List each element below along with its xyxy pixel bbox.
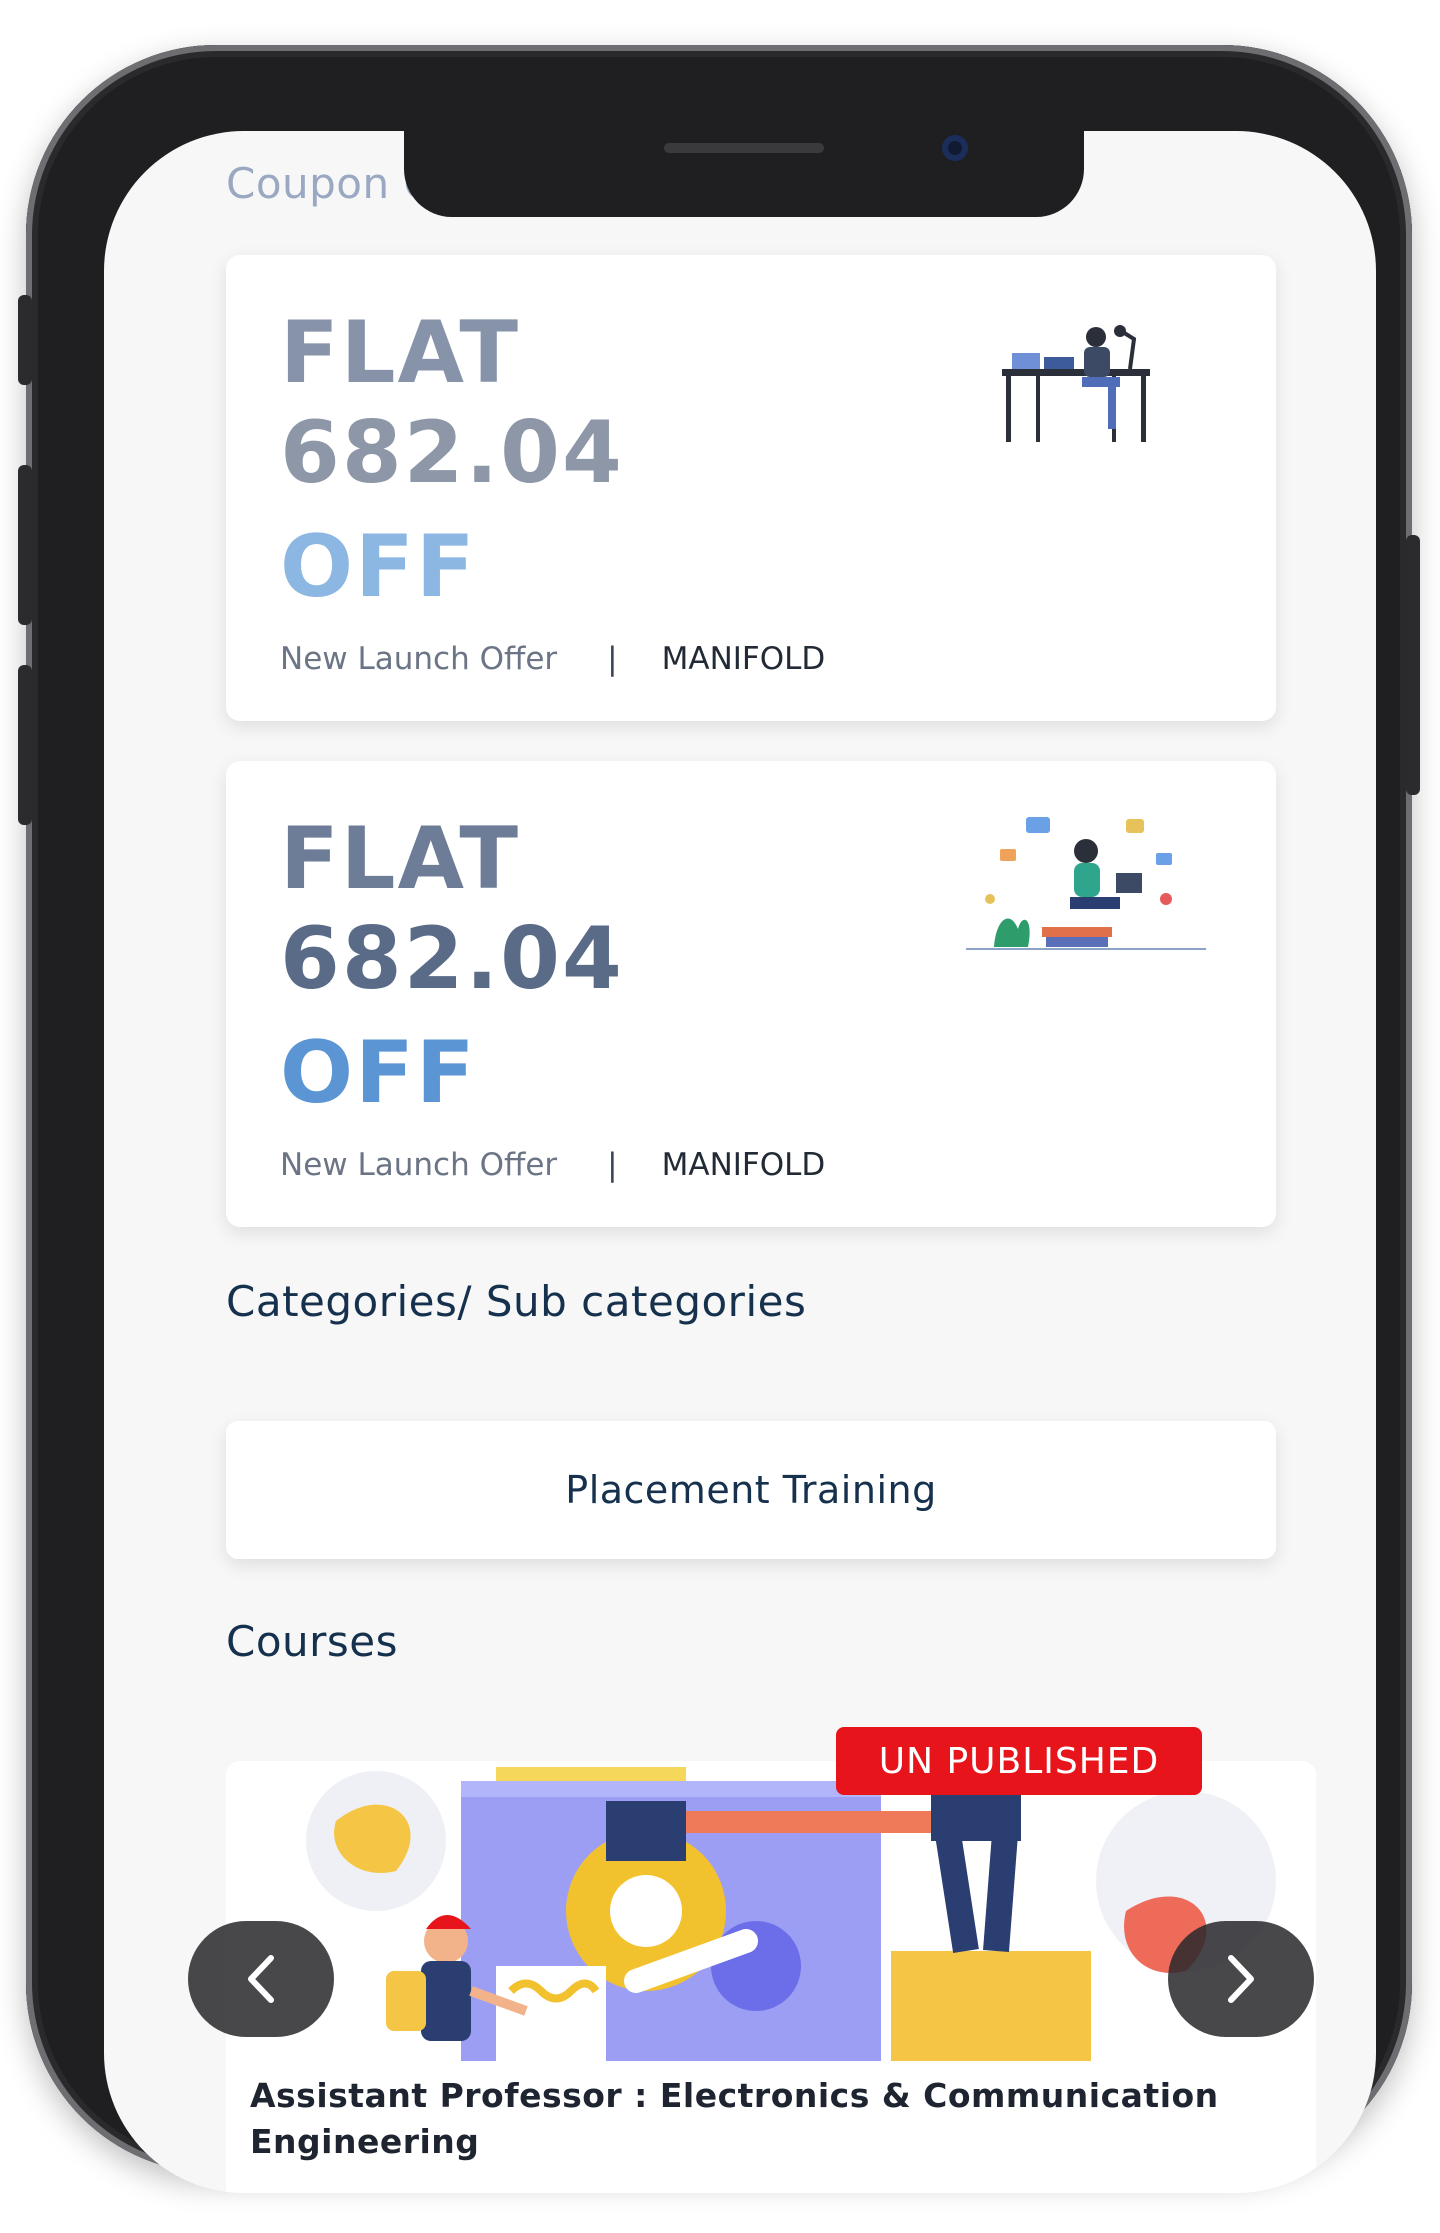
carousel-prev-button[interactable] [188,1921,334,2037]
course-banner-image [226,1761,1316,2061]
notch [404,131,1084,217]
courses-heading: Courses [226,1617,399,1666]
coupon-brand: MANIFOLD [661,641,826,677]
camera-icon [942,135,968,161]
course-title[interactable]: Assistant Professor : Electronics & Comm… [250,2073,1300,2165]
coupon-flat-label: FLAT [280,809,521,909]
power-button [1406,535,1420,795]
person-studying-illustration [966,817,1206,950]
coupon-separator: | [607,1147,618,1183]
volume-down-button [18,665,32,825]
coupon-brand: MANIFOLD [661,1147,826,1183]
course-card[interactable]: Assistant Professor : Electronics & Comm… [226,1761,1316,2193]
coupon-card[interactable]: FLAT 682.04 OFF New Launch Offer | MANIF… [226,255,1276,721]
coupon-meta: New Launch Offer | MANIFOLD [280,641,825,677]
chevron-left-icon [248,1955,274,2003]
unpublished-badge: UN PUBLISHED [836,1727,1202,1795]
coupon-off-label: OFF [280,517,477,617]
phone-frame: Coupon Codes FLAT 682.04 OFF New Launch … [18,45,1420,2193]
coupon-offer-name: New Launch Offer [280,641,558,677]
mute-switch [18,295,32,385]
coupon-flat-label: FLAT [280,303,521,403]
speaker-grille [664,143,824,153]
coupon-meta: New Launch Offer | MANIFOLD [280,1147,825,1183]
person-at-desk-illustration [1002,325,1150,442]
volume-up-button [18,465,32,625]
coupon-separator: | [607,641,618,677]
phone-screen: Coupon Codes FLAT 682.04 OFF New Launch … [104,131,1376,2193]
coupon-card[interactable]: FLAT 682.04 OFF New Launch Offer | MANIF… [226,761,1276,1227]
coupon-offer-name: New Launch Offer [280,1147,558,1183]
categories-heading: Categories/ Sub categories [226,1277,807,1326]
chevron-right-icon [1228,1955,1254,2003]
coupon-off-label: OFF [280,1023,477,1123]
coupon-amount: 682.04 [280,403,624,503]
coupon-amount: 682.04 [280,909,624,1009]
carousel-next-button[interactable] [1168,1921,1314,2037]
category-item-placement-training[interactable]: Placement Training [226,1421,1276,1559]
